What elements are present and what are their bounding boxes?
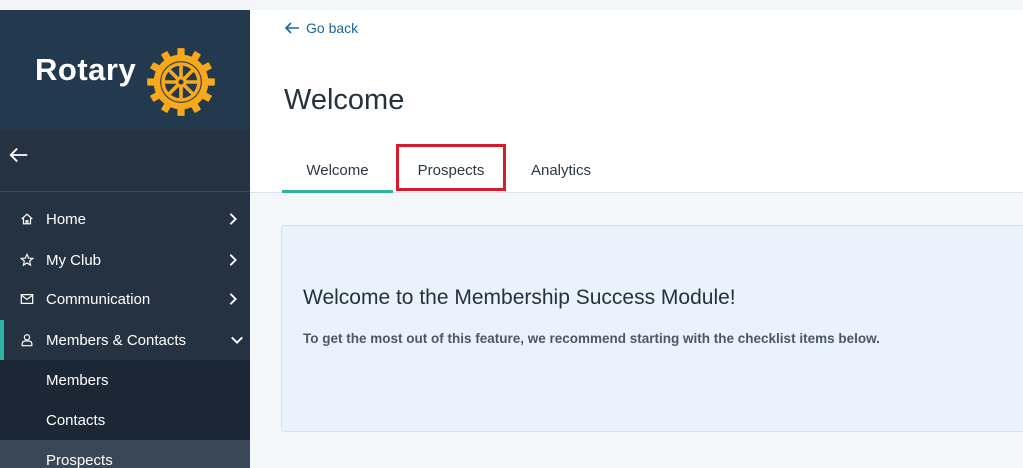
sidebar-item-label: Communication	[46, 290, 151, 308]
sidebar-item-my-club[interactable]: My Club	[0, 241, 250, 279]
sidebar-item-home[interactable]: Home	[0, 200, 250, 238]
page-title: Welcome	[284, 84, 405, 116]
page-header: Go back Welcome Welcome Prospects Analyt…	[250, 10, 1023, 193]
sidebar-subitem-members[interactable]: Members	[0, 360, 250, 400]
star-icon	[20, 253, 34, 267]
card-title: Welcome to the Membership Success Module…	[303, 286, 736, 309]
tab-analytics[interactable]: Analytics	[521, 162, 601, 193]
tab-label: Analytics	[530, 162, 592, 179]
brand-logo-text: Rotary	[35, 52, 137, 87]
sidebar-item-members-contacts[interactable]: Members & Contacts	[0, 320, 250, 360]
chevron-right-icon	[229, 293, 237, 305]
sidebar-item-communication[interactable]: Communication	[0, 280, 250, 318]
tab-label: Welcome	[306, 162, 369, 179]
sidebar-subitem-contacts[interactable]: Contacts	[0, 400, 250, 440]
sidebar: Rotary Home My Club Communication Member…	[0, 0, 250, 468]
sidebar-item-label: Members & Contacts	[46, 331, 187, 349]
sidebar-item-label: Home	[46, 210, 87, 228]
sidebar-subitem-prospects[interactable]: Prospects	[0, 440, 250, 468]
sidebar-item-label: My Club	[46, 251, 102, 269]
person-icon	[20, 333, 34, 347]
sidebar-divider	[0, 191, 250, 192]
home-icon	[20, 212, 34, 226]
chevron-right-icon	[229, 254, 237, 266]
arrow-left-icon	[284, 22, 299, 34]
go-back-label: Go back	[306, 20, 359, 36]
brand-area: Rotary	[0, 10, 250, 130]
go-back-link[interactable]: Go back	[284, 20, 358, 36]
app-root: Rotary Home My Club Communication Member…	[0, 0, 1023, 468]
chevron-down-icon	[231, 336, 243, 344]
sidebar-collapse-arrow-icon[interactable]	[8, 144, 38, 174]
welcome-card: Welcome to the Membership Success Module…	[281, 225, 1023, 432]
top-strip	[0, 0, 250, 10]
tab-welcome[interactable]: Welcome	[282, 162, 393, 193]
card-description: To get the most out of this feature, we …	[303, 331, 880, 346]
mail-icon	[20, 292, 34, 306]
tab-highlight-box	[396, 144, 506, 191]
rotary-wheel-icon	[147, 48, 215, 116]
main-content: Go back Welcome Welcome Prospects Analyt…	[250, 0, 1023, 468]
chevron-right-icon	[229, 213, 237, 225]
